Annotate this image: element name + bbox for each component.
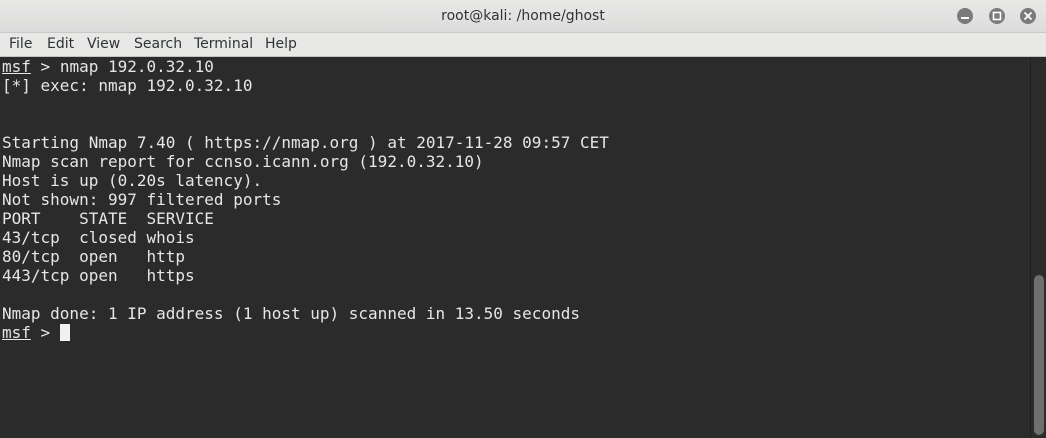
menu-search[interactable]: Search xyxy=(134,36,182,52)
text-cursor xyxy=(59,324,70,341)
menu-bar: File Edit View Search Terminal Help xyxy=(0,33,1046,57)
menu-terminal[interactable]: Terminal xyxy=(194,36,253,52)
output-line: Host is up (0.20s latency). xyxy=(2,171,263,190)
output-line: 443/tcp open https xyxy=(2,266,195,285)
command-text: nmap 192.0.32.10 xyxy=(59,57,214,76)
maximize-button[interactable] xyxy=(989,8,1005,24)
minimize-button[interactable] xyxy=(957,8,973,24)
output-line: Not shown: 997 filtered ports xyxy=(2,190,282,209)
maximize-icon xyxy=(992,11,1002,21)
prompt-separator: > xyxy=(30,323,60,342)
title-bar[interactable]: root@kali: /home/ghost xyxy=(0,0,1046,33)
scrollbar[interactable] xyxy=(1030,57,1046,438)
output-line: PORT STATE SERVICE xyxy=(2,209,214,228)
menu-help[interactable]: Help xyxy=(265,36,297,52)
output-line: Nmap scan report for ccnso.icann.org (19… xyxy=(2,152,484,171)
menu-view[interactable]: View xyxy=(87,36,120,52)
prompt-word: msf xyxy=(2,323,31,342)
output-line: 80/tcp open http xyxy=(2,247,186,266)
output-line: 43/tcp closed whois xyxy=(2,228,195,247)
close-button[interactable] xyxy=(1020,8,1036,24)
prompt-line[interactable]: msf > xyxy=(2,323,70,342)
menu-edit[interactable]: Edit xyxy=(47,36,74,52)
terminal-output[interactable]: msf > nmap 192.0.32.10 [*] exec: nmap 19… xyxy=(0,57,1030,438)
exec-line: [*] exec: nmap 192.0.32.10 xyxy=(2,76,253,95)
scrollbar-thumb[interactable] xyxy=(1034,275,1044,435)
terminal-window: root@kali: /home/ghost File Edit View Se… xyxy=(0,0,1046,438)
output-line: Starting Nmap 7.40 ( https://nmap.org ) … xyxy=(2,133,609,152)
minimize-icon xyxy=(961,17,969,19)
menu-file[interactable]: File xyxy=(9,36,32,52)
window-title: root@kali: /home/ghost xyxy=(441,8,605,24)
command-line: msf > nmap 192.0.32.10 xyxy=(2,57,214,76)
prompt-separator: > xyxy=(30,57,60,76)
done-line: Nmap done: 1 IP address (1 host up) scan… xyxy=(2,304,580,323)
prompt-word: msf xyxy=(2,57,31,76)
close-icon xyxy=(1024,12,1032,20)
